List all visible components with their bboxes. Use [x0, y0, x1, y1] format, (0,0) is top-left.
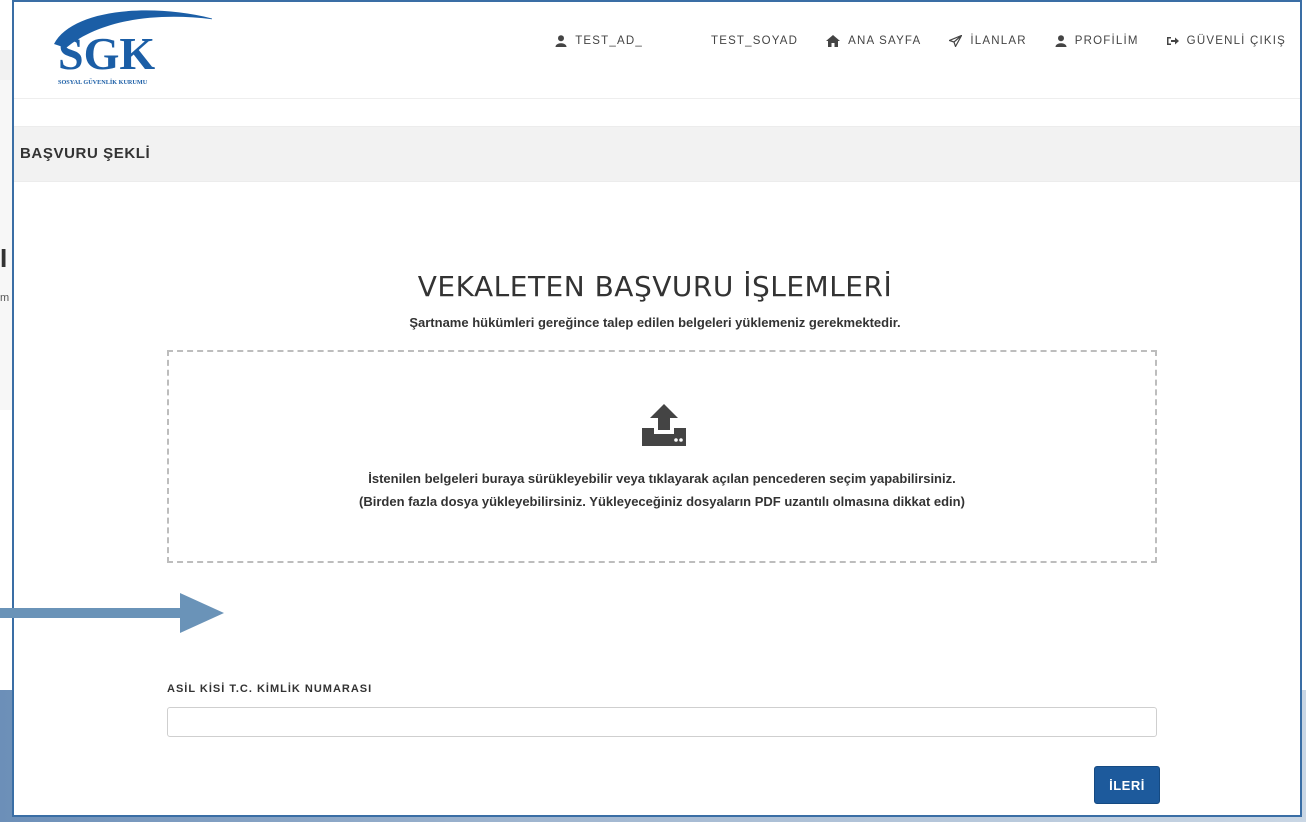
screenshot-frame: SGK SOSYAL GÜVENLİK KURUMU TEST_AD_ TEST…: [12, 0, 1302, 817]
user-icon: [555, 35, 567, 47]
section-bar: BAŞVURU ŞEKLİ: [14, 126, 1300, 182]
page-subtitle: Şartname hükümleri gereğince talep edile…: [409, 315, 901, 330]
nav-logout-label: GÜVENLİ ÇIKIŞ: [1186, 35, 1286, 47]
user-icon: [1055, 35, 1067, 47]
dropzone-note: (Birden fazla dosya yükleyebilirsiniz. Y…: [359, 494, 965, 509]
nav-logout[interactable]: GÜVENLİ ÇIKIŞ: [1166, 35, 1286, 47]
annotation-arrow-icon: [0, 593, 224, 633]
nav-listings-label: İLANLAR: [970, 35, 1027, 47]
next-button[interactable]: İLERİ: [1094, 766, 1160, 804]
user-last-name: TEST_SOYAD: [710, 35, 799, 47]
nav-listings[interactable]: İLANLAR: [949, 35, 1026, 47]
nav-home[interactable]: ANA SAYFA: [826, 35, 921, 47]
nav-profile-label: PROFİLİM: [1074, 35, 1139, 47]
paper-plane-icon: [949, 35, 963, 47]
home-icon: [826, 35, 841, 47]
user-first-name: TEST_AD_: [575, 35, 643, 47]
section-title: BAŞVURU ŞEKLİ: [20, 145, 151, 162]
background-text-fragment: m: [0, 292, 10, 304]
sgk-logo[interactable]: SGK SOSYAL GÜVENLİK KURUMU: [32, 4, 218, 94]
page-title: VEKALETEN BAŞVURU İŞLEMLERİ: [417, 270, 893, 303]
upload-icon: [642, 404, 686, 446]
nav-user-last[interactable]: TEST_SOYAD: [711, 35, 798, 47]
top-nav: TEST_AD_ TEST_SOYAD ANA SAYFA İLANLAR PR…: [555, 35, 1286, 47]
site-header: SGK SOSYAL GÜVENLİK KURUMU TEST_AD_ TEST…: [14, 2, 1300, 99]
tc-number-label: ASİL KİSİ T.C. KİMLİK NUMARASI: [167, 683, 373, 695]
tc-number-input[interactable]: [167, 707, 1157, 737]
svg-text:SOSYAL GÜVENLİK KURUMU: SOSYAL GÜVENLİK KURUMU: [58, 79, 148, 86]
sign-out-icon: [1166, 37, 1179, 45]
dropzone-instruction: İstenilen belgeleri buraya sürükleyebili…: [368, 471, 956, 486]
nav-profile[interactable]: PROFİLİM: [1055, 35, 1139, 47]
background-heading-fragment: I: [0, 243, 8, 273]
nav-home-label: ANA SAYFA: [848, 35, 922, 47]
nav-user-first[interactable]: TEST_AD_: [555, 35, 643, 47]
file-dropzone[interactable]: İstenilen belgeleri buraya sürükleyebili…: [167, 350, 1157, 563]
svg-text:SGK: SGK: [58, 28, 155, 79]
